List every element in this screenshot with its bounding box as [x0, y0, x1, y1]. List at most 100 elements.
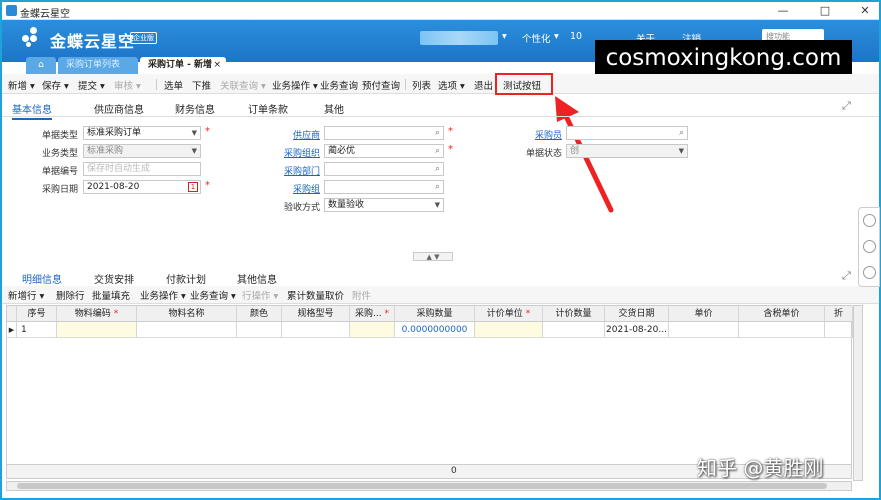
doc-type-select[interactable]: 标准采购订单 ▼ [83, 126, 201, 140]
column-header[interactable]: 计价单位 * [475, 306, 543, 322]
cell-purchase-qty[interactable]: 0.0000000000 [395, 322, 475, 338]
maximize-button[interactable]: □ [812, 3, 838, 18]
column-header[interactable]: 物料编码 * [57, 306, 137, 322]
search-icon: ⌕ [434, 164, 440, 174]
save-button[interactable]: 保存 ▾ [42, 78, 69, 92]
list-button[interactable]: 列表 [412, 78, 431, 92]
cell-price-qty[interactable] [543, 322, 605, 338]
close-window-button[interactable]: ✕ [852, 3, 878, 18]
column-header[interactable]: 交货日期 [605, 306, 669, 322]
minimize-button[interactable]: — [770, 3, 796, 18]
purchase-dept-label[interactable]: 采购部门 [260, 164, 320, 177]
related-query-button[interactable]: 关联查询 ▾ [220, 78, 266, 92]
inspect-select[interactable]: 数量验收 ▼ [324, 198, 444, 212]
horizontal-scrollbar[interactable] [6, 481, 852, 491]
business-operation-button[interactable]: 业务操作 ▾ [272, 78, 318, 92]
buyer-input[interactable]: ⌕ [566, 126, 688, 140]
collapse-toggle[interactable]: ▲ ▼ [413, 252, 453, 261]
column-header[interactable]: 采购... * [350, 306, 395, 322]
purchase-group-label[interactable]: 采购组 [260, 182, 320, 195]
purchase-org-input[interactable]: 蔺必优 ⌕ [324, 144, 444, 158]
home-tab[interactable]: ⌂ [26, 57, 56, 74]
required-mark: * [448, 144, 453, 155]
divider [405, 79, 406, 90]
batch-fill-button[interactable]: 批量填充 [92, 288, 130, 302]
tab-other[interactable]: 其他 [324, 101, 344, 116]
cell-purchase-unit[interactable] [350, 322, 395, 338]
tab-order-terms[interactable]: 订单条款 [248, 101, 288, 116]
attachment-button[interactable]: 附件 [352, 288, 371, 302]
cell-unit-price[interactable] [669, 322, 739, 338]
select-bill-button[interactable]: 选单 [164, 78, 183, 92]
date-input[interactable]: 2021-08-20 1 [83, 180, 201, 194]
search-icon: ⌕ [434, 128, 440, 138]
vertical-scrollbar[interactable] [853, 305, 863, 481]
cumulative-price-button[interactable]: 累计数量取价 [287, 288, 344, 302]
buyer-label[interactable]: 采购员 [502, 128, 562, 141]
cell-material-code[interactable] [57, 322, 137, 338]
watermark-banner: cosmoxingkong.com [595, 40, 852, 76]
purchase-dept-input[interactable]: ⌕ [324, 162, 444, 176]
chevron-down-icon: ▼ [434, 201, 440, 209]
supplier-input[interactable]: ⌕ [324, 126, 444, 140]
cell-tax-price[interactable] [739, 322, 825, 338]
row-operation-button[interactable]: 行操作 ▾ [242, 288, 278, 302]
column-header[interactable]: 折 [825, 306, 853, 322]
column-header[interactable]: 颜色 [237, 306, 282, 322]
chevron-down-icon: ▼ [191, 147, 197, 155]
cell-delivery-date[interactable]: 2021-08-20... [605, 322, 669, 338]
prepay-query-button[interactable]: 预付查询 [362, 78, 400, 92]
tab-close-icon[interactable]: × [213, 57, 221, 74]
push-down-button[interactable]: 下推 [192, 78, 211, 92]
delete-row-button[interactable]: 删除行 [56, 288, 85, 302]
cloud-icon[interactable] [863, 214, 876, 227]
tab-payment-plan[interactable]: 付款计划 [166, 271, 206, 286]
business-query-button[interactable]: 业务查询 [320, 78, 358, 92]
tab-other-info[interactable]: 其他信息 [237, 271, 277, 286]
audit-button[interactable]: 审核 ▾ [114, 78, 141, 92]
tab-delivery[interactable]: 交货安排 [94, 271, 134, 286]
submit-button[interactable]: 提交 ▾ [78, 78, 105, 92]
column-header[interactable]: 物料名称 [137, 306, 237, 322]
column-header[interactable]: 序号 [17, 306, 57, 322]
doc-no-input[interactable]: 保存时自动生成 [83, 162, 201, 176]
detail-business-query-button[interactable]: 业务查询 ▾ [190, 288, 236, 302]
column-header[interactable]: 规格型号 [282, 306, 350, 322]
tab-basic-info[interactable]: 基本信息 [12, 101, 52, 120]
cell-material-name[interactable] [137, 322, 237, 338]
tab-purchase-order-list[interactable]: 采购订单列表 [58, 57, 138, 74]
cell-discount[interactable] [825, 322, 853, 338]
new-button[interactable]: 新增 ▾ [8, 78, 35, 92]
purchase-group-input[interactable]: ⌕ [324, 180, 444, 194]
column-header[interactable]: 采购数量 [395, 306, 475, 322]
status-select[interactable]: 创 ▼ [566, 144, 688, 158]
column-header[interactable]: 单价 [669, 306, 739, 322]
column-header[interactable]: 含税单价 [739, 306, 825, 322]
tab-purchase-order-new[interactable]: 采购订单 - 新增 × [140, 57, 226, 74]
cell-color[interactable] [237, 322, 282, 338]
add-row-button[interactable]: 新增行 ▾ [8, 288, 44, 302]
expand-icon[interactable]: ⤢ [842, 269, 851, 283]
purchase-org-label[interactable]: 采购组织 [260, 146, 320, 159]
chat-icon[interactable] [863, 240, 876, 253]
cell-spec[interactable] [282, 322, 350, 338]
scrollbar-thumb[interactable] [17, 483, 827, 489]
detail-business-op-button[interactable]: 业务操作 ▾ [140, 288, 186, 302]
tab-supplier-info[interactable]: 供应商信息 [94, 101, 144, 116]
chevron-down-icon[interactable]: ▾ [502, 31, 507, 42]
biz-type-select[interactable]: 标准采购 ▼ [83, 144, 201, 158]
search-icon: ⌕ [434, 182, 440, 192]
expand-icon[interactable]: ⤢ [842, 99, 851, 113]
exit-button[interactable]: 退出 [474, 78, 493, 92]
personalize-menu[interactable]: 个性化 [522, 31, 551, 45]
chevron-down-icon[interactable]: ▾ [554, 31, 559, 42]
cell-price-unit[interactable] [475, 322, 543, 338]
tab-finance-info[interactable]: 财务信息 [175, 101, 215, 116]
title-bar: 金蝶云星空 — □ ✕ [2, 2, 879, 20]
brand-name: 金蝶云星空 [50, 32, 136, 51]
message-icon[interactable] [863, 266, 876, 279]
options-button[interactable]: 选项 ▾ [438, 78, 465, 92]
supplier-label[interactable]: 供应商 [260, 128, 320, 141]
notification-count[interactable]: 10 [570, 31, 582, 42]
column-header[interactable]: 计价数量 [543, 306, 605, 322]
